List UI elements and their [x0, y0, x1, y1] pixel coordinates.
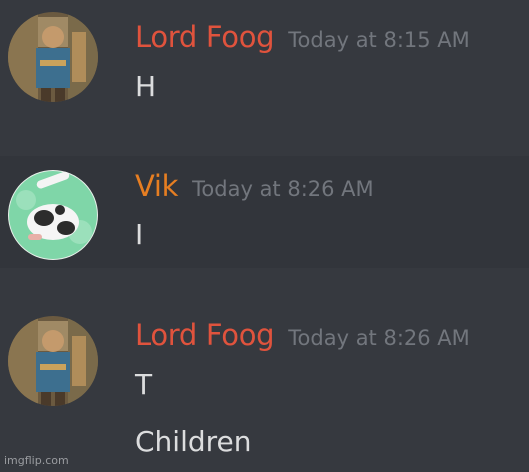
- lord-foog-avatar[interactable]: [8, 12, 98, 102]
- timestamp: Today at 8:26 AM: [288, 326, 470, 350]
- message-group: Lord Foog Today at 8:15 AM H: [0, 0, 529, 150]
- message-text: T: [135, 368, 153, 401]
- message-text: Children: [135, 425, 252, 458]
- message-header: Lord Foog Today at 8:26 AM: [135, 318, 470, 352]
- watermark: imgflip.com: [4, 454, 69, 467]
- message-group: Vik Today at 8:26 AM I: [0, 156, 529, 268]
- message-text: H: [135, 70, 157, 103]
- message-text: I: [135, 218, 144, 251]
- username[interactable]: Lord Foog: [135, 20, 275, 54]
- timestamp: Today at 8:26 AM: [192, 177, 374, 201]
- username[interactable]: Lord Foog: [135, 318, 275, 352]
- message-header: Vik Today at 8:26 AM: [135, 169, 374, 203]
- message-header: Lord Foog Today at 8:15 AM: [135, 20, 470, 54]
- vik-avatar[interactable]: [8, 170, 98, 260]
- lord-foog-avatar[interactable]: [8, 316, 98, 406]
- timestamp: Today at 8:15 AM: [288, 28, 470, 52]
- username[interactable]: Vik: [135, 169, 178, 203]
- message-group: Lord Foog Today at 8:26 AM T Children: [0, 300, 529, 472]
